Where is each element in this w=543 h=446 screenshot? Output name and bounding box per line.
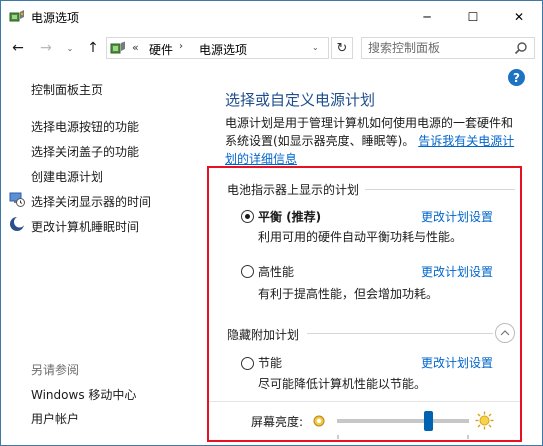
brightness-slider-track[interactable] bbox=[337, 419, 469, 423]
display-clock-icon bbox=[9, 192, 25, 207]
minimize-icon: ─ bbox=[423, 9, 431, 24]
breadcrumb-separator-icon[interactable]: › bbox=[179, 41, 183, 52]
plan-name-power-saver[interactable]: 节能 bbox=[258, 354, 282, 371]
collapse-hidden-plans-button[interactable] bbox=[495, 323, 515, 343]
help-button[interactable]: ? bbox=[508, 69, 525, 86]
address-bar[interactable]: « 硬件 › 电源选项 ⌄ bbox=[106, 37, 329, 59]
sidebar-link-control-panel-home[interactable]: 控制面板主页 bbox=[31, 81, 103, 98]
chevron-up-icon bbox=[500, 330, 510, 336]
power-options-window: 电源选项 ─ ☐ ✕ ← → ⌄ ↑ « 硬件 › 电源选项 ⌄ ↻ 搜索控制面… bbox=[0, 0, 543, 446]
refresh-icon: ↻ bbox=[336, 40, 348, 56]
search-icon[interactable] bbox=[514, 41, 528, 55]
left-navigation-pane: 控制面板主页 选择电源按钮的功能 选择关闭盖子的功能 创建电源计划 选择关闭显示… bbox=[1, 64, 206, 445]
sidebar-link-create-plan[interactable]: 创建电源计划 bbox=[31, 168, 103, 185]
refresh-button[interactable]: ↻ bbox=[331, 37, 353, 59]
plan-radio-balanced[interactable] bbox=[241, 210, 254, 223]
sidebar-link-lid-close[interactable]: 选择关闭盖子的功能 bbox=[31, 143, 139, 160]
plan-description-balanced: 利用可用的硬件自动平衡功耗与性能。 bbox=[258, 230, 463, 244]
change-plan-settings-balanced[interactable]: 更改计划设置 bbox=[421, 208, 493, 225]
power-options-app-icon bbox=[9, 10, 24, 22]
battery-plans-divider bbox=[365, 189, 515, 190]
brightness-low-icon bbox=[313, 415, 325, 427]
close-button[interactable]: ✕ bbox=[496, 1, 542, 32]
brightness-slider-ticks bbox=[337, 435, 469, 439]
plan-radio-power-saver[interactable] bbox=[241, 357, 254, 370]
plan-description-high-performance: 有利于提高性能，但会增加功耗。 bbox=[258, 287, 439, 301]
close-icon: ✕ bbox=[513, 9, 525, 24]
recent-locations-chevron-icon[interactable]: ⌄ bbox=[62, 40, 78, 56]
brightness-high-icon bbox=[475, 411, 494, 430]
minimize-button[interactable]: ─ bbox=[404, 1, 450, 32]
hidden-plans-divider bbox=[307, 333, 493, 334]
battery-plans-heading: 电池指示器上显示的计划 bbox=[227, 183, 360, 197]
breadcrumb-hardware[interactable]: 硬件 bbox=[149, 41, 173, 58]
maximize-button[interactable]: ☐ bbox=[450, 1, 496, 32]
plan-description-power-saver: 尽可能降低计算机性能以节能。 bbox=[258, 377, 427, 391]
back-arrow-icon[interactable]: ← bbox=[10, 40, 26, 56]
screen-brightness-label: 屏幕亮度: bbox=[251, 415, 304, 429]
brightness-slider[interactable] bbox=[337, 411, 469, 439]
see-also-link-user-accounts[interactable]: 用户帐户 bbox=[31, 410, 79, 427]
sidebar-link-sleep-time[interactable]: 更改计算机睡眠时间 bbox=[31, 218, 139, 235]
navigation-bar: ← → ⌄ ↑ « 硬件 › 电源选项 ⌄ ↻ bbox=[1, 32, 542, 64]
breadcrumb-overflow-icon[interactable]: « bbox=[132, 41, 139, 54]
forward-arrow-icon[interactable]: → bbox=[38, 40, 54, 56]
breadcrumb-power-options[interactable]: 电源选项 bbox=[199, 41, 247, 58]
window-title: 电源选项 bbox=[31, 11, 80, 25]
moon-sleep-icon bbox=[10, 216, 25, 231]
sidebar-link-display-timeout[interactable]: 选择关闭显示器的时间 bbox=[31, 193, 151, 210]
control-panel-icon bbox=[110, 41, 125, 54]
address-dropdown-icon[interactable]: ⌄ bbox=[312, 43, 319, 52]
change-plan-settings-high-performance[interactable]: 更改计划设置 bbox=[421, 263, 493, 280]
sidebar-link-power-button[interactable]: 选择电源按钮的功能 bbox=[31, 118, 139, 135]
maximize-icon: ☐ bbox=[467, 9, 479, 24]
brightness-divider bbox=[209, 401, 520, 402]
help-icon: ? bbox=[513, 70, 520, 85]
see-also-link-mobility-center[interactable]: Windows 移动中心 bbox=[31, 386, 136, 403]
see-also-heading: 另请参阅 bbox=[31, 363, 80, 377]
hidden-plans-heading: 隐藏附加计划 bbox=[227, 328, 300, 342]
brightness-slider-thumb[interactable] bbox=[424, 411, 433, 431]
title-bar: 电源选项 ─ ☐ ✕ bbox=[1, 1, 542, 32]
plan-name-high-performance[interactable]: 高性能 bbox=[258, 263, 294, 280]
page-description: 电源计划是用于管理计算机如何使用电源的一套硬件和系统设置(如显示器亮度、睡眠等)… bbox=[225, 114, 520, 168]
search-input[interactable] bbox=[368, 40, 508, 56]
plan-name-balanced[interactable]: 平衡 (推荐) bbox=[258, 208, 321, 225]
change-plan-settings-power-saver[interactable]: 更改计划设置 bbox=[421, 354, 493, 371]
search-box[interactable] bbox=[361, 37, 535, 59]
plan-radio-high-performance[interactable] bbox=[241, 265, 254, 278]
up-arrow-icon[interactable]: ↑ bbox=[85, 40, 101, 56]
page-title: 选择或自定义电源计划 bbox=[225, 91, 376, 109]
